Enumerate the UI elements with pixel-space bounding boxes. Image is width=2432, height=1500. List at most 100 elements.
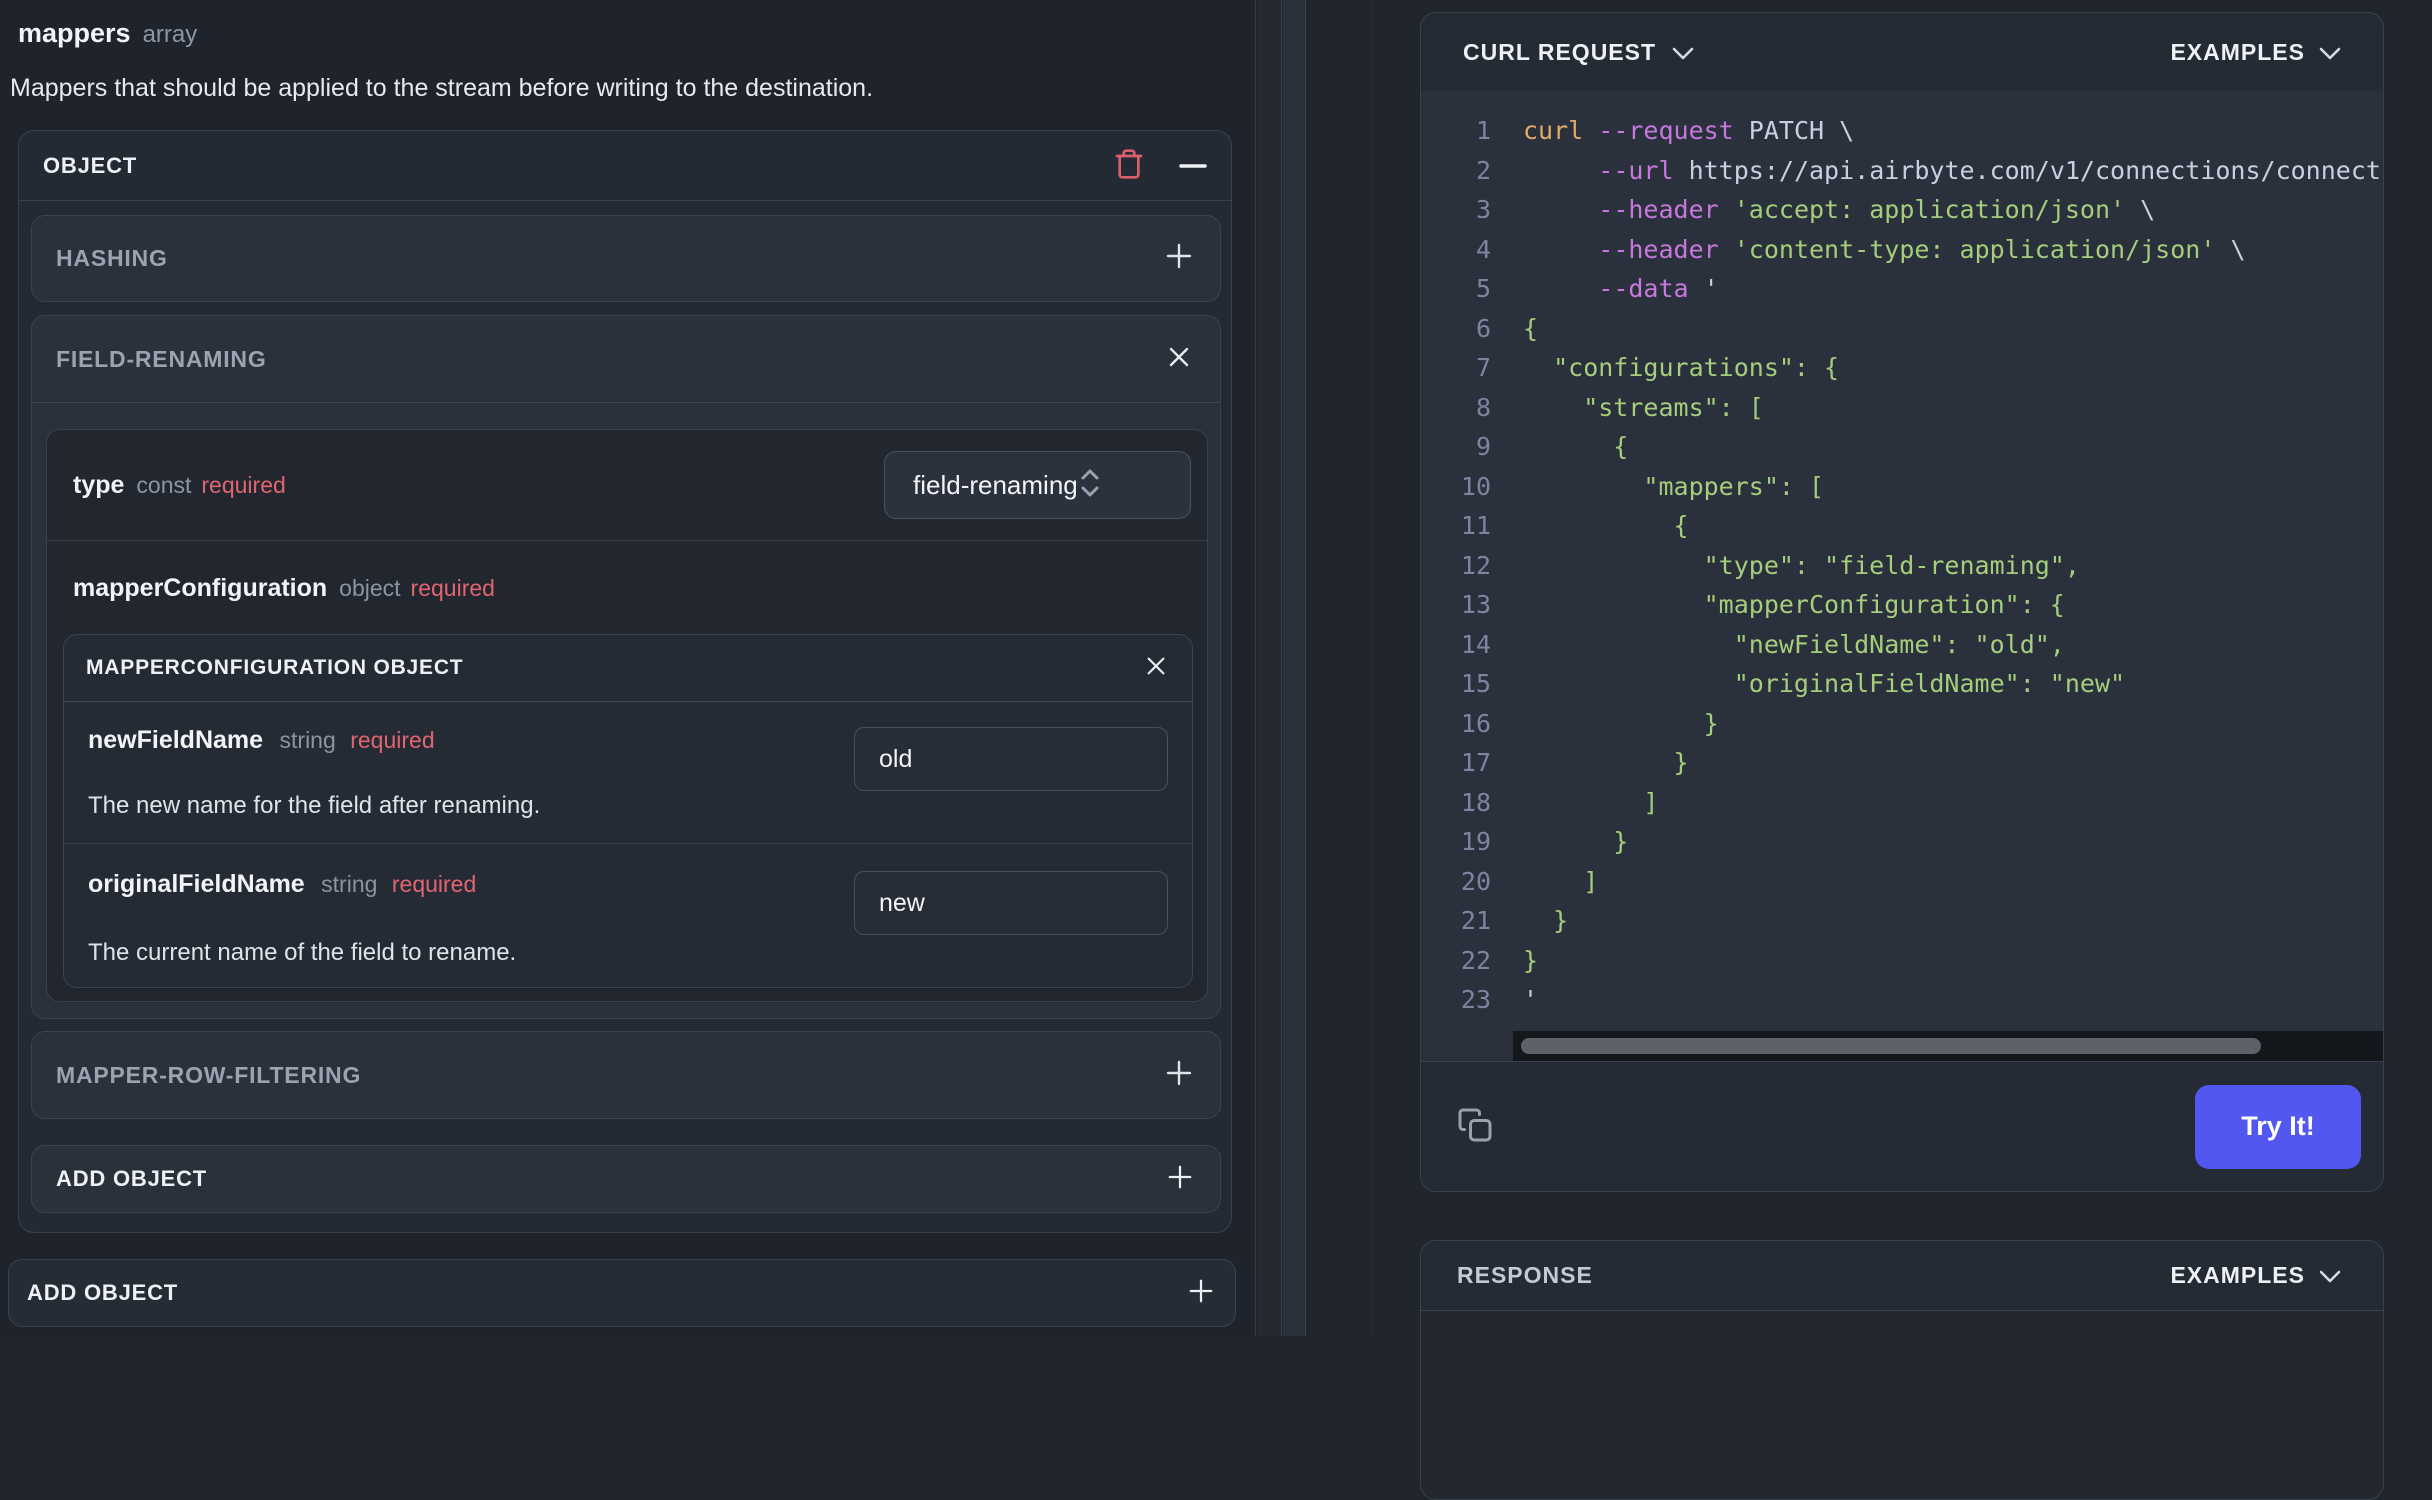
object-card: OBJECT HASHING FIELD-RENAMING type const… — [18, 130, 1232, 1233]
chevron-down-icon — [2319, 1262, 2341, 1289]
line-number: 11 — [1460, 511, 1491, 540]
curl-request-dropdown[interactable]: CURL REQUEST — [1457, 38, 1700, 67]
object-card-header: OBJECT — [19, 131, 1231, 201]
line-number: 8 — [1475, 392, 1491, 422]
line-content: } — [1523, 945, 1539, 975]
collapse-object-button[interactable] — [1179, 158, 1207, 173]
accordion-mapper-row-filtering[interactable]: MAPPER-ROW-FILTERING — [31, 1031, 1221, 1119]
type-field-name: type — [73, 470, 125, 499]
line-content: curl --request PATCH \ — [1523, 116, 1855, 145]
response-body — [1421, 1311, 2383, 1499]
request-examples-label: EXAMPLES — [2170, 38, 2305, 65]
curl-request-header: CURL REQUEST EXAMPLES — [1421, 13, 2383, 91]
code-line: 23 ' — [1421, 980, 2383, 1020]
new-field-name-label: newFieldName — [88, 726, 264, 754]
mapper-configuration-card-header: MAPPERCONFIGURATION OBJECT — [64, 635, 1192, 702]
close-icon[interactable] — [1166, 344, 1192, 375]
copy-code-button[interactable] — [1457, 1107, 1493, 1146]
horizontal-scrollbar-track[interactable] — [1513, 1031, 2383, 1061]
code-line: 2 --url https://api.airbyte.com/v1/conne… — [1421, 151, 2383, 191]
object-card-title: OBJECT — [43, 152, 138, 178]
line-number: 22 — [1460, 945, 1491, 975]
line-number: 3 — [1475, 195, 1491, 224]
horizontal-scrollbar-thumb[interactable] — [1521, 1038, 2261, 1054]
field-type-badge: array — [142, 21, 198, 48]
original-field-name-meta: string — [321, 871, 378, 897]
code-line: 11 { — [1421, 506, 2383, 546]
type-field-row: type const required field-renaming — [47, 430, 1207, 541]
line-content: "originalFieldName": "new" — [1523, 669, 2126, 698]
request-examples-dropdown[interactable]: EXAMPLES — [2164, 38, 2347, 67]
original-field-name-row: originalFieldName string required The cu… — [64, 844, 1192, 987]
code-line: 8 "streams": [ — [1421, 388, 2383, 428]
code-line: 4 --header 'content-type: application/js… — [1421, 230, 2383, 270]
type-field-required: required — [201, 471, 286, 498]
add-object-inner-button[interactable]: ADD OBJECT — [31, 1145, 1221, 1213]
original-field-name-input[interactable] — [854, 871, 1168, 935]
response-header: RESPONSE EXAMPLES — [1421, 1241, 2383, 1311]
code-line: 16 } — [1421, 704, 2383, 744]
copy-icon — [1457, 1107, 1493, 1146]
field-description: Mappers that should be applied to the st… — [10, 74, 874, 102]
code-line: 19 } — [1421, 822, 2383, 862]
accordion-hashing[interactable]: HASHING — [31, 215, 1221, 302]
line-number: 12 — [1460, 550, 1491, 580]
line-content: } — [1523, 748, 1689, 777]
add-object-inner-label: ADD OBJECT — [56, 1166, 208, 1191]
code-line: 7 "configurations": { — [1421, 348, 2383, 388]
original-field-name-required: required — [391, 871, 477, 897]
code-line: 10 "mappers": [ — [1421, 467, 2383, 507]
column-divider — [1371, 0, 1372, 1336]
schema-panel: mappers array Mappers that should be app… — [0, 0, 1256, 1336]
field-renaming-header[interactable]: FIELD-RENAMING — [32, 316, 1220, 403]
mapper-configuration-card: MAPPERCONFIGURATION OBJECT newFieldName … — [63, 634, 1193, 988]
line-number: 6 — [1475, 313, 1491, 343]
new-field-name-input[interactable] — [854, 727, 1168, 791]
field-name: mappers — [18, 18, 131, 48]
line-content: "mapperConfiguration": { — [1523, 590, 2065, 619]
line-number: 16 — [1460, 708, 1491, 738]
line-content: ' — [1523, 985, 1539, 1014]
add-object-outer-label: ADD OBJECT — [27, 1280, 179, 1305]
mapper-configuration-required: required — [410, 575, 495, 601]
code-line: 17 } — [1421, 743, 2383, 783]
line-number: 4 — [1475, 234, 1491, 264]
plus-icon — [1187, 1277, 1215, 1310]
response-examples-dropdown[interactable]: EXAMPLES — [2164, 1261, 2347, 1290]
line-number: 13 — [1460, 590, 1491, 619]
try-it-button[interactable]: Try It! — [2195, 1084, 2361, 1169]
code-line: 22} — [1421, 941, 2383, 981]
new-field-name-description: The new name for the field after renamin… — [88, 792, 541, 819]
code-line: 5 --data ' — [1421, 269, 2383, 309]
code-line: 9 { — [1421, 427, 2383, 467]
trash-icon — [1113, 148, 1145, 183]
code-line: 13 "mapperConfiguration": { — [1421, 585, 2383, 625]
close-icon[interactable] — [1144, 654, 1168, 683]
field-renaming-title: FIELD-RENAMING — [56, 345, 267, 372]
code-line: 18 ] — [1421, 783, 2383, 823]
type-select[interactable]: field-renaming — [884, 451, 1191, 519]
line-content: { — [1523, 432, 1629, 461]
mapper-configuration-name: mapperConfiguration — [73, 574, 328, 602]
line-content: } — [1523, 708, 1719, 738]
line-number: 10 — [1460, 471, 1491, 501]
request-card-footer: Try It! — [1421, 1061, 2383, 1191]
line-number: 7 — [1475, 353, 1491, 382]
response-card: RESPONSE EXAMPLES — [1420, 1240, 2384, 1500]
panel-scrollbar[interactable] — [1283, 0, 1306, 1336]
line-content: "streams": [ — [1523, 392, 1764, 422]
delete-object-button[interactable] — [1113, 148, 1145, 183]
new-field-name-required: required — [350, 727, 435, 753]
curl-request-card: CURL REQUEST EXAMPLES 1 curl --request PA… — [1420, 12, 2384, 1192]
line-number: 9 — [1475, 432, 1491, 461]
line-content: "newFieldName": "old", — [1523, 629, 2065, 659]
line-number: 14 — [1460, 629, 1491, 659]
original-field-name-description: The current name of the field to rename. — [88, 939, 517, 966]
type-select-value: field-renaming — [913, 469, 1078, 500]
line-content: { — [1523, 511, 1689, 540]
field-renaming-content: type const required field-renaming mappe… — [32, 403, 1220, 1019]
minus-icon — [1179, 158, 1207, 173]
add-object-outer-button[interactable]: ADD OBJECT — [8, 1259, 1236, 1327]
plus-icon — [1164, 241, 1194, 276]
code-block[interactable]: 1 curl --request PATCH \ 2 --url https://a… — [1421, 91, 2383, 1061]
